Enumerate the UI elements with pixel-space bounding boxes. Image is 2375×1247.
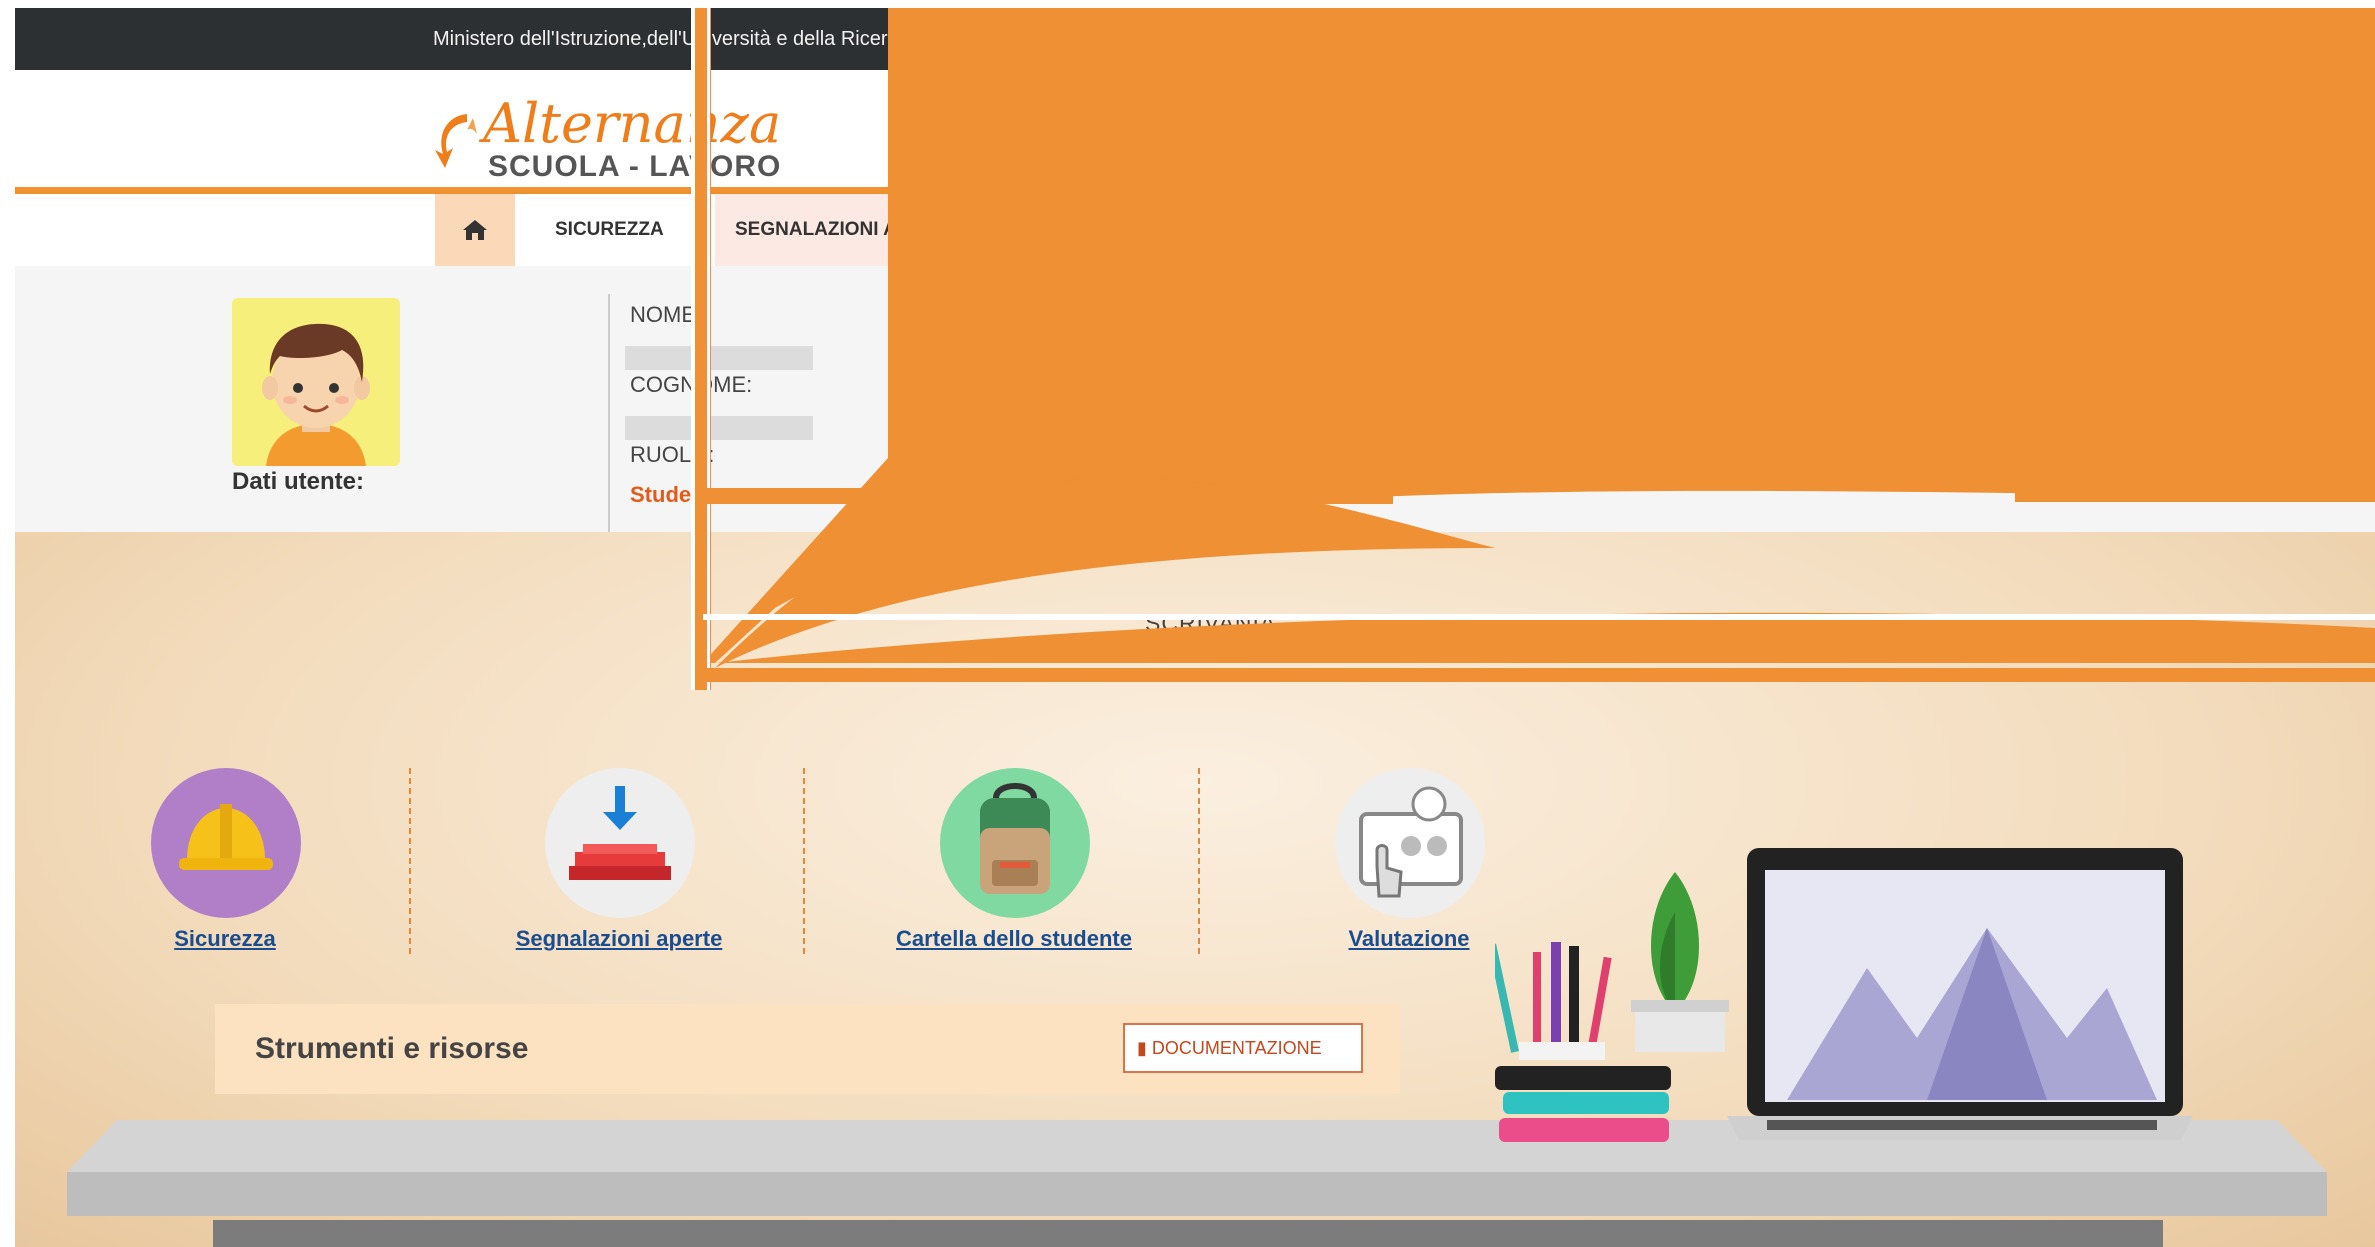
documentation-button[interactable]: ▮ DOCUMENTAZIONE: [1123, 1023, 1363, 1073]
desk-title: SCRIVANIA: [1145, 610, 1277, 636]
tile-cartella[interactable]: Cartella dello studente: [864, 768, 1164, 958]
nome-label: NOME:: [630, 302, 703, 327]
student-avatar-icon: [232, 298, 400, 466]
laptop-icon: [1727, 848, 2193, 1140]
avatar: [232, 298, 400, 466]
nav-item-sicurezza[interactable]: SICUREZZA: [555, 194, 664, 266]
home-icon: [463, 220, 487, 240]
touch-screen-icon: [1335, 768, 1485, 918]
city-value: ROMA: [1225, 482, 1293, 507]
tile-sicurezza-label[interactable]: Sicurezza: [75, 926, 375, 952]
nome-value-redacted: [625, 346, 813, 370]
ruolo-value: Studente: [630, 482, 725, 507]
desk-base: [213, 1220, 2163, 1247]
divider: [608, 294, 610, 532]
logo-subtitle: SCUOLA - LAVORO: [488, 150, 782, 183]
books-pens-icon: [1495, 942, 1671, 1142]
top-bar: Ministero dell'Istruzione,dell'Universit…: [15, 8, 2375, 70]
tile-separator: [803, 768, 805, 954]
download-icon: [545, 768, 695, 918]
ruolo-label: RUOLO:: [630, 442, 715, 467]
tile-segnalazioni[interactable]: Segnalazioni aperte: [469, 768, 769, 958]
header: Alternanza SCUOLA - LAVORO: [15, 70, 2375, 194]
main-nav: SICUREZZA SEGNALAZIONI APERTE: [15, 194, 2375, 266]
helmet-icon: [151, 768, 301, 918]
tile-valutazione[interactable]: Valutazione: [1259, 768, 1559, 958]
backpack-icon: [940, 768, 1090, 918]
tile-separator: [1198, 768, 1200, 954]
logo-arrows-icon: [435, 114, 477, 168]
user-info-panel: Dati utente: NOME: COGNOME: RUOLO: Stude…: [15, 266, 2375, 532]
nav-item-segnalazioni[interactable]: SEGNALAZIONI APERTE: [715, 194, 915, 266]
tools-panel: Strumenti e risorse ▮ DOCUMENTAZIONE: [215, 1004, 1400, 1094]
desk-area: SCRIVANIA Sicurezza Segnalazioni aperte …: [15, 532, 2375, 1247]
documentation-button-label: DOCUMENTAZIONE: [1151, 1038, 1322, 1058]
tile-separator: [409, 768, 411, 954]
site-logo[interactable]: Alternanza SCUOLA - LAVORO: [433, 94, 781, 184]
tile-segnalazioni-label[interactable]: Segnalazioni aperte: [469, 926, 769, 952]
cognome-label: COGNOME:: [630, 372, 753, 397]
ministry-label: Ministero dell'Istruzione,dell'Universit…: [433, 28, 909, 50]
tools-title: Strumenti e risorse: [255, 1032, 529, 1065]
tile-cartella-label[interactable]: Cartella dello studente: [864, 926, 1164, 952]
nav-home-button[interactable]: [435, 194, 515, 266]
logo-script-text: Alternanza: [483, 92, 782, 155]
user-data-label: Dati utente:: [232, 468, 364, 495]
tile-sicurezza[interactable]: Sicurezza: [75, 768, 375, 958]
app-window: Ministero dell'Istruzione,dell'Universit…: [15, 8, 2375, 1247]
book-icon: ▮: [1137, 1038, 1147, 1058]
cognome-value-redacted: [625, 416, 813, 440]
